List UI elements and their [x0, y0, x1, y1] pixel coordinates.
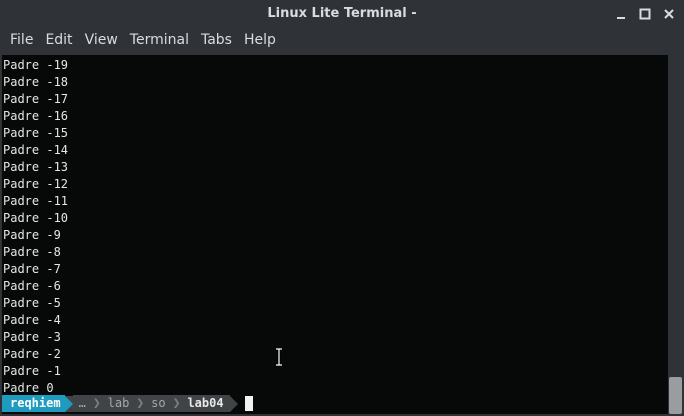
terminal-line: Padre -2 [3, 347, 61, 361]
terminal-line: Padre -14 [3, 143, 69, 157]
terminal-line: Padre -16 [3, 109, 69, 123]
minimize-icon[interactable] [614, 7, 628, 21]
prompt-ellipsis: … [72, 395, 92, 412]
maximize-icon[interactable] [638, 7, 652, 21]
chevron-right-icon: ❯ [135, 395, 146, 412]
prompt-user-segment: reqhiem [2, 395, 65, 412]
terminal-line: Padre -19 [3, 58, 69, 72]
menu-view[interactable]: View [79, 27, 124, 54]
terminal-output-area[interactable]: Padre -19 Padre -18 Padre -17 Padre -16 … [2, 55, 668, 414]
terminal-line: Padre -5 [3, 296, 61, 310]
menu-file[interactable]: File [4, 27, 39, 54]
prompt-arrow-icon [64, 395, 73, 412]
prompt-path-part: so [145, 395, 172, 412]
chevron-right-icon: ❯ [171, 395, 182, 412]
terminal-line: Padre -4 [3, 313, 61, 327]
terminal-line: Padre -8 [3, 245, 61, 259]
chevron-right-icon: ❯ [91, 395, 102, 412]
terminal-line: Padre -15 [3, 126, 69, 140]
title-bar[interactable]: Linux Lite Terminal - [0, 0, 684, 27]
ibeam-cursor-icon [273, 347, 285, 367]
terminal-line: Padre -11 [3, 194, 69, 208]
terminal-window: Linux Lite Terminal - File Edit View Ter… [0, 0, 684, 416]
scrollbar-thumb[interactable] [669, 377, 682, 414]
terminal-line: Padre -7 [3, 262, 61, 276]
terminal-line: Padre -1 [3, 364, 61, 378]
window-title: Linux Lite Terminal - [267, 6, 417, 21]
menu-edit[interactable]: Edit [39, 27, 78, 54]
terminal-line: Padre -18 [3, 75, 69, 89]
prompt-path-part: lab [101, 395, 136, 412]
prompt-current-dir: lab04 [181, 395, 230, 412]
terminal-line: Padre -10 [3, 211, 69, 225]
terminal-line: Padre -12 [3, 177, 69, 191]
text-cursor [244, 396, 253, 411]
terminal-line: Padre -13 [3, 160, 69, 174]
terminal-line: Padre -9 [3, 228, 61, 242]
window-controls [614, 0, 676, 27]
menu-help[interactable]: Help [238, 27, 282, 54]
menu-tabs[interactable]: Tabs [195, 27, 238, 54]
shell-prompt: reqhiem … ❯ lab ❯ so ❯ lab04 [2, 395, 253, 412]
terminal-line: Padre -3 [3, 330, 61, 344]
menu-terminal[interactable]: Terminal [124, 27, 195, 54]
menu-bar: File Edit View Terminal Tabs Help [0, 27, 684, 54]
terminal-lines: Padre -19 Padre -18 Padre -17 Padre -16 … [3, 57, 68, 397]
terminal-line: Padre -6 [3, 279, 61, 293]
prompt-end-arrow-icon [229, 395, 238, 412]
vertical-scrollbar[interactable] [668, 55, 684, 414]
terminal-line: Padre -17 [3, 92, 69, 106]
close-icon[interactable] [662, 7, 676, 21]
